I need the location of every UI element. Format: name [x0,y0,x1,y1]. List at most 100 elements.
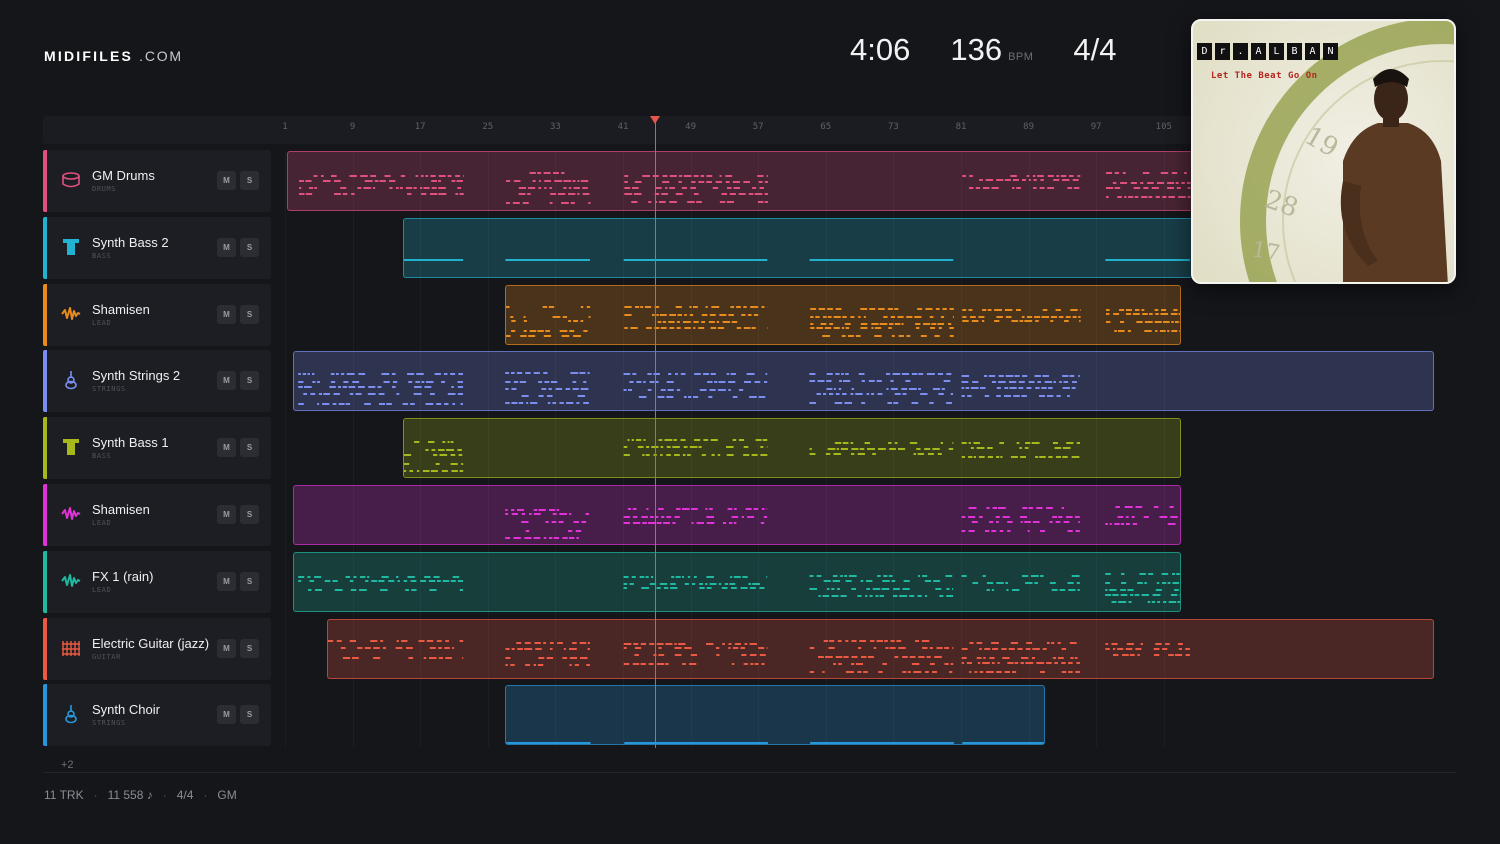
mute-button[interactable]: M [217,237,236,257]
brand-tld: .COM [139,48,183,64]
mute-button[interactable]: M [217,638,236,658]
track-header[interactable]: Synth Choir STRINGS M S [43,684,271,747]
bass-icon [61,437,81,457]
more-tracks-indicator[interactable]: +2 [61,759,74,771]
track-name: FX 1 (rain) [92,568,154,584]
midi-clip[interactable] [293,551,1181,612]
gridline [285,150,286,747]
ruler-tick-label: 73 [887,122,899,132]
album-title-letter: . [1233,43,1248,60]
track-name: Shamisen [92,502,150,517]
track-color-stripe [43,216,47,279]
track-header[interactable]: GM Drums DRUMS M S [43,150,271,212]
drum-icon [61,170,81,190]
tempo-value: 136 [950,32,1003,67]
mute-button[interactable]: M [217,571,236,591]
album-title-letter: A [1251,43,1266,60]
solo-button[interactable]: S [240,638,259,658]
track-header[interactable]: Synth Bass 2 BASS M S [43,216,271,279]
separator-dot: · [203,788,208,802]
track-category: LEAD [92,318,112,327]
guitar-icon [61,638,81,658]
solo-button[interactable]: S [240,571,259,591]
footer-divider [43,772,1457,773]
clip-notes [328,639,1191,673]
ruler-tick-label: 41 [617,122,629,132]
track-name: Shamisen [92,301,150,317]
brand-logo: MIDIFILES .COM [44,48,183,64]
track-category: GUITAR [92,652,121,661]
track-color-stripe [43,550,47,613]
mute-button[interactable]: M [217,438,236,458]
track-color-stripe [43,417,47,480]
ruler-tick-label: 89 [1023,122,1035,132]
album-title-letter: D [1197,43,1212,60]
track-color-stripe [43,684,47,747]
clip-notes [505,506,1179,539]
track-color-stripe [43,617,47,680]
clip-notes [298,572,1180,603]
midi-clip[interactable] [403,217,1194,278]
bass-icon [61,237,81,257]
tempo-display: 136 BPM [950,32,1033,68]
track-header[interactable]: Synth Strings 2 STRINGS M S [43,350,271,413]
clip-notes [298,172,1191,204]
midi-clip[interactable] [327,618,1435,679]
track-header[interactable]: FX 1 (rain) LEAD M S [43,550,271,613]
track-header[interactable]: Electric Guitar (jazz) GUITAR M S [43,617,271,680]
note-count: 11 558 ♪ [107,788,153,802]
track-category: DRUMS [92,185,117,193]
separator-dot: · [162,788,167,802]
wave-icon [61,304,81,324]
midi-clip[interactable] [293,485,1181,545]
track-category: BASS [92,452,112,461]
track-header[interactable]: Shamisen LEAD M S [43,484,271,546]
mute-button[interactable]: M [217,705,236,725]
track-name: Synth Choir [92,702,160,718]
footer-time-signature: 4/4 [176,788,194,802]
album-title-letter: A [1305,43,1320,60]
ruler-tick-label: 97 [1090,122,1102,132]
midi-clip[interactable] [504,685,1046,746]
track-color-stripe [43,484,47,546]
playhead-handle[interactable] [650,116,660,124]
clip-notes [505,305,1180,337]
track-name: Synth Bass 1 [92,435,169,451]
midi-clip[interactable] [293,351,1435,412]
mute-button[interactable]: M [217,371,236,391]
tempo-unit: BPM [1008,51,1034,63]
separator-dot: · [93,788,98,802]
track-color-stripe [43,283,47,346]
mute-button[interactable]: M [217,304,236,324]
ruler-tick-label: 1 [282,122,288,132]
duration-display: 4:06 [850,32,910,68]
mute-button[interactable]: M [217,505,236,524]
album-title-letter: N [1323,43,1338,60]
track-name: GM Drums [92,168,155,183]
track-header[interactable]: Synth Bass 1 BASS M S [43,417,271,480]
midi-clip[interactable] [403,418,1181,479]
track-count: 11 TRK [44,788,84,802]
solo-button[interactable]: S [240,505,259,524]
solo-button[interactable]: S [240,371,259,391]
ruler-tick-label: 33 [549,122,561,132]
solo-button[interactable]: S [240,705,259,725]
time-signature-display: 4/4 [1073,32,1116,68]
solo-button[interactable]: S [240,438,259,458]
track-category: LEAD [92,519,112,527]
track-header[interactable]: Shamisen LEAD M S [43,283,271,346]
playhead[interactable] [655,116,656,748]
clip-notes [298,372,1081,406]
album-title-letter: r [1215,43,1230,60]
mute-button[interactable]: M [217,171,236,190]
violin-icon [61,370,81,390]
midi-clip[interactable] [504,284,1181,345]
ruler-tick-label: 105 [1155,122,1172,132]
midi-clip[interactable] [286,151,1194,211]
ruler-tick-label: 17 [414,122,426,132]
solo-button[interactable]: S [240,171,259,190]
track-color-stripe [43,150,47,212]
solo-button[interactable]: S [240,304,259,324]
solo-button[interactable]: S [240,237,259,257]
wave-icon [61,504,81,524]
